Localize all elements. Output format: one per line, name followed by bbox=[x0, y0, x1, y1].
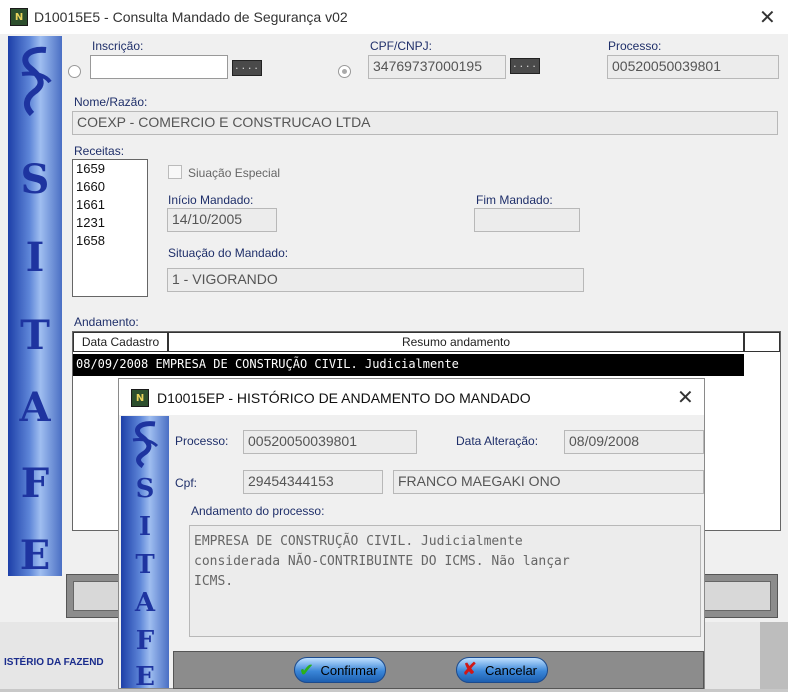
cancelar-button-label: Cancelar bbox=[484, 662, 538, 678]
side-letter-f: F bbox=[20, 460, 50, 507]
historico-dialog: N D10015EP - HISTÓRICO DE ANDAMENTO DO M… bbox=[118, 378, 705, 692]
side-letter-i: I bbox=[25, 234, 45, 281]
dialog-title: D10015EP - HISTÓRICO DE ANDAMENTO DO MAN… bbox=[157, 390, 531, 406]
situacao-mandado-label: Situação do Mandado: bbox=[168, 246, 289, 260]
inscricao-lookup-button[interactable]: .... bbox=[232, 60, 262, 76]
inscricao-label: Inscrição: bbox=[92, 39, 144, 53]
side-letter-a: A bbox=[19, 384, 51, 431]
dialog-cpf-field[interactable]: 29454344153 bbox=[243, 470, 383, 494]
nome-razao-label: Nome/Razão: bbox=[74, 95, 148, 109]
nome-razao-field[interactable]: COEXP - COMERCIO E CONSTRUCAO LTDA bbox=[72, 111, 778, 135]
main-titlebar: N D10015E5 - Consulta Mandado de Seguran… bbox=[0, 0, 788, 34]
andamento-label: Andamento: bbox=[74, 315, 139, 329]
side-letter-e: E bbox=[19, 532, 51, 579]
footer-text: ISTÉRIO DA FAZEND bbox=[4, 657, 104, 668]
receitas-label: Receitas: bbox=[74, 144, 125, 158]
situacao-especial-checkbox[interactable] bbox=[168, 165, 182, 179]
inicio-mandado-label: Início Mandado: bbox=[168, 193, 254, 207]
andamento-line: ICMS. bbox=[194, 574, 234, 589]
main-window-title: D10015E5 - Consulta Mandado de Segurança… bbox=[34, 9, 348, 25]
dialog-processo-label: Processo: bbox=[175, 434, 229, 448]
cancelar-button[interactable]: ✘ Cancelar bbox=[456, 657, 548, 683]
list-item[interactable]: 1660 bbox=[73, 178, 147, 196]
dialog-close-icon[interactable]: ✕ bbox=[677, 385, 694, 409]
dialog-data-alteracao-field[interactable]: 08/09/2008 bbox=[564, 430, 704, 454]
side-letter-t: T bbox=[20, 312, 50, 359]
background-right bbox=[760, 622, 788, 689]
confirmar-button-label: Confirmar bbox=[320, 662, 378, 678]
close-icon[interactable]: ✕ bbox=[759, 5, 776, 29]
confirmar-button[interactable]: ✔ Confirmar bbox=[294, 657, 386, 683]
dialog-andamento-label: Andamento do processo: bbox=[191, 504, 325, 518]
x-icon: ✘ bbox=[462, 659, 478, 680]
situacao-mandado-field[interactable]: 1 - VIGORANDO bbox=[167, 268, 584, 292]
cpf-cnpj-field[interactable]: 34769737000195 bbox=[368, 55, 506, 79]
dialog-side-letter-s: S bbox=[135, 474, 155, 504]
app-icon: N bbox=[10, 8, 28, 26]
grid-header-extra bbox=[744, 332, 780, 352]
cpf-cnpj-label: CPF/CNPJ: bbox=[370, 39, 433, 53]
dialog-processo-field[interactable]: 00520050039801 bbox=[243, 430, 417, 454]
inicio-mandado-field[interactable]: 14/10/2005 bbox=[167, 208, 277, 232]
fim-mandado-label: Fim Mandado: bbox=[476, 193, 553, 207]
processo-field[interactable]: 00520050039801 bbox=[607, 55, 779, 79]
grid-header-data-cadastro[interactable]: Data Cadastro bbox=[73, 332, 168, 352]
sitafe-logo-icon bbox=[21, 46, 52, 117]
dialog-sitafe-logo-icon bbox=[132, 421, 159, 468]
andamento-line: considerada NÃO-CONTRIBUINTE DO ICMS. Nã… bbox=[194, 554, 570, 569]
processo-label: Processo: bbox=[608, 39, 662, 53]
list-item[interactable]: 1658 bbox=[73, 232, 147, 250]
inscricao-radio[interactable] bbox=[68, 65, 81, 78]
dialog-side-letter-f: F bbox=[135, 626, 155, 656]
inscricao-input[interactable] bbox=[90, 55, 228, 79]
dialog-sitafe-banner: S I T A F E bbox=[121, 416, 169, 692]
list-item[interactable]: 1659 bbox=[73, 160, 147, 178]
dialog-side-letter-a: A bbox=[134, 588, 156, 618]
dialog-titlebar: N D10015EP - HISTÓRICO DE ANDAMENTO DO M… bbox=[119, 379, 704, 415]
dialog-cpf-label: Cpf: bbox=[175, 476, 198, 490]
list-item[interactable]: 1231 bbox=[73, 214, 147, 232]
dialog-side-letter-i: I bbox=[138, 512, 152, 542]
situacao-especial-label: Siuação Especial bbox=[188, 166, 281, 180]
dialog-nome-field[interactable]: FRANCO MAEGAKI ONO bbox=[393, 470, 704, 494]
andamento-line: EMPRESA DE CONSTRUÇÃO CIVIL. Judicialmen… bbox=[194, 534, 523, 549]
dialog-data-alteracao-label: Data Alteração: bbox=[456, 434, 539, 448]
dialog-app-icon: N bbox=[131, 389, 149, 407]
dialog-side-letter-t: T bbox=[135, 550, 155, 580]
receitas-list[interactable]: 1659 1660 1661 1231 1658 bbox=[72, 159, 148, 297]
side-letter-s: S bbox=[20, 156, 50, 203]
cpf-cnpj-radio[interactable] bbox=[338, 65, 351, 78]
list-item[interactable]: 1661 bbox=[73, 196, 147, 214]
check-icon: ✔ bbox=[299, 660, 315, 681]
dialog-andamento-textarea[interactable]: EMPRESA DE CONSTRUÇÃO CIVIL. Judicialmen… bbox=[189, 525, 701, 637]
fim-mandado-field[interactable] bbox=[474, 208, 580, 232]
sitafe-side-banner: S I T A F E bbox=[8, 36, 62, 579]
dialog-button-bar: ✔ Confirmar ✘ Cancelar bbox=[173, 651, 704, 689]
grid-header-resumo[interactable]: Resumo andamento bbox=[168, 332, 744, 352]
table-row[interactable]: 08/09/2008 EMPRESA DE CONSTRUÇÃO CIVIL. … bbox=[73, 354, 744, 376]
cpf-cnpj-lookup-button[interactable]: .... bbox=[510, 58, 540, 74]
dialog-side-letter-e: E bbox=[135, 662, 155, 692]
